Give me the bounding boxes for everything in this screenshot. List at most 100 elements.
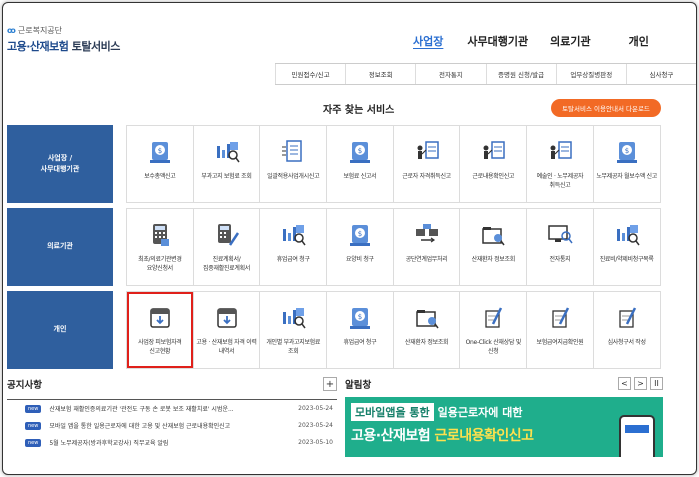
service-item[interactable]: $ 노무제공자 월보수액 신고	[592, 125, 661, 203]
nav-medical[interactable]: 의료기관	[550, 33, 590, 49]
service-row: 의료기관 최초/의료기관변경 요양신청서 진료계획서/집중재활진료계획서 휴업급여 청…	[7, 208, 665, 286]
service-item[interactable]: $ 보험료 신고서	[326, 125, 394, 203]
subnav-info[interactable]: 정보조회	[345, 64, 415, 84]
logo-mark-icon: ꝏ	[7, 26, 16, 35]
notice-row[interactable]: new 모바일 앱을 통한 일용근로자에 대한 고용 및 산재보험 근로내용확인신…	[7, 417, 337, 434]
phone-icon	[619, 415, 655, 457]
subnav-certificate[interactable]: 증명원 신청/발급	[485, 64, 556, 84]
service-item-label: 진료계획서/집중재활진료계획서	[203, 256, 251, 272]
service-item-label: 최초/의료기관변경 요양신청서	[138, 256, 182, 272]
nav-workplace[interactable]: 사업장	[413, 33, 443, 49]
service-grid: 사업장 / 사무대행기관 $ 보수총액신고 부과고지 보험료 조회 일괄적용사업개시신고…	[7, 125, 665, 374]
people-document-icon	[546, 138, 574, 166]
service-item-label: 요양비 청구	[346, 256, 374, 263]
service-item[interactable]: 최초/의료기관변경 요양신청서	[126, 208, 194, 286]
service-item[interactable]: 개인별 부과고지보험료 조회	[259, 291, 328, 369]
service-item[interactable]: 휴업급여 청구	[259, 208, 328, 286]
site-logo[interactable]: ꝏ 근로복지공단 고용·산재보험 토탈서비스	[7, 25, 120, 54]
subnav-complaint[interactable]: 민원접수/신고	[275, 64, 345, 84]
guide-download-button[interactable]: 토탈서비스 이용안내서 다운로드	[551, 99, 661, 117]
new-badge: new	[25, 438, 42, 447]
svg-text:$: $	[358, 147, 362, 155]
subnav-disease[interactable]: 업무상질병판정	[555, 64, 626, 84]
service-row: 사업장 / 사무대행기관 $ 보수총액신고 부과고지 보험료 조회 일괄적용사업개시신고…	[7, 125, 665, 203]
subnav-notify[interactable]: 전자통지	[415, 64, 485, 84]
service-item-label: 휴업급여 청구	[276, 256, 310, 263]
service-item-label: 노무제공자 월보수액 신고	[596, 173, 657, 180]
banner-box-text: 모바일앱을 통한	[351, 403, 434, 421]
folder-download-icon	[213, 304, 241, 332]
service-item-label: 보험료 신고서	[343, 173, 377, 180]
notice-list: new 산재보험 재활인증의료기관 '관전도 구동 손 로봇 보조 재활치료' 시…	[7, 400, 337, 451]
logo-org: 근로복지공단	[17, 26, 63, 35]
coin-document-icon: $	[346, 138, 374, 166]
new-badge: new	[25, 421, 42, 430]
service-item[interactable]: $ 휴업급여 청구	[326, 291, 394, 369]
pen-document-icon	[613, 304, 641, 332]
chart-search-icon	[613, 221, 641, 249]
computer-link-icon	[413, 221, 441, 249]
service-item-label: 근로자 자격취득신고	[402, 173, 451, 180]
service-item-label: 개인별 부과고지보험료 조회	[266, 339, 321, 355]
notice-date: 2023-05-10	[298, 439, 333, 446]
service-item-label: 고용 · 산재보험 자격 이력 내역서	[196, 339, 257, 355]
service-item[interactable]: 진료비/약제비청구목록	[592, 208, 661, 286]
banner-line2b: 근로내용확인신고	[434, 428, 534, 444]
service-item[interactable]: 심사청구서 작성	[592, 291, 661, 369]
alert-banner[interactable]: 모바일앱을 통한 일용근로자에 대한 고용·산재보험 근로내용확인신고	[345, 397, 663, 457]
subnav-appeal[interactable]: 심사청구	[625, 64, 696, 84]
service-item[interactable]: 고용 · 산재보험 자격 이력 내역서	[192, 291, 261, 369]
service-item[interactable]: 부과고지 보험료 조회	[192, 125, 261, 203]
notice-more-button[interactable]: +	[323, 377, 337, 391]
pause-button[interactable]: II	[650, 377, 663, 390]
prev-button[interactable]: <	[618, 377, 631, 390]
service-item[interactable]: 사업장 피보험자격 신고현황	[126, 291, 194, 369]
service-item[interactable]: $ 보수총액신고	[126, 125, 194, 203]
svg-text:$: $	[624, 147, 628, 155]
service-item[interactable]: One-Click 산재상담 및 신청	[459, 291, 528, 369]
service-item[interactable]: 보험급여지급확인원	[526, 291, 594, 369]
notice-title: 공지사항	[7, 380, 42, 391]
notice-row[interactable]: new 산재보험 재활인증의료기관 '관전도 구동 손 로봇 보조 재활치료' 시…	[7, 400, 337, 417]
chart-search-icon	[213, 138, 241, 166]
service-item-label: 심사청구서 작성	[607, 339, 646, 346]
service-cells: 최초/의료기관변경 요양신청서 진료계획서/집중재활진료계획서 휴업급여 청구 $ 요양…	[126, 208, 665, 286]
service-item[interactable]: $ 요양비 청구	[326, 208, 394, 286]
next-button[interactable]: >	[634, 377, 647, 390]
notice-row[interactable]: new 5월 노무제공자(방과후학교강사) 직무교육 알림 2023-05-10	[7, 434, 337, 451]
svg-text:$: $	[358, 313, 362, 321]
folder-search-icon	[413, 304, 441, 332]
logo-service: 토탈서비스	[71, 40, 121, 53]
service-item-label: 공단연계업무처리	[405, 256, 448, 263]
notice-date: 2023-05-24	[298, 422, 333, 429]
folder-download-icon	[146, 304, 174, 332]
service-row: 개인 사업장 피보험자격 신고현황 고용 · 산재보험 자격 이력 내역서 개인별 부…	[7, 291, 665, 369]
service-item[interactable]: 공단연계업무처리	[392, 208, 461, 286]
notice-text: 산재보험 재활인증의료기관 '관전도 구동 손 로봇 보조 재활치료' 시범운.…	[49, 406, 234, 413]
service-item[interactable]: 산재환자 정보조회	[392, 291, 461, 369]
monitor-search-icon	[546, 221, 574, 249]
service-item[interactable]: 전자통지	[526, 208, 594, 286]
document-list-icon	[279, 138, 307, 166]
coin-document-icon: $	[346, 304, 374, 332]
notice-date: 2023-05-24	[298, 405, 333, 412]
banner-line2a: 고용·산재보험	[351, 428, 431, 444]
service-item[interactable]: 근로자 자격취득신고	[392, 125, 461, 203]
service-item[interactable]: 근로내용확인신고	[459, 125, 528, 203]
service-item[interactable]: 산재환자 정보조회	[459, 208, 528, 286]
coin-document-icon: $	[346, 221, 374, 249]
service-item[interactable]: 일괄적용사업개시신고	[259, 125, 328, 203]
nav-personal[interactable]: 개인	[629, 33, 649, 49]
nav-agency[interactable]: 사무대행기관	[467, 33, 528, 49]
service-item-label: 전자통지	[549, 256, 571, 263]
row-label: 사업장 / 사무대행기관	[7, 125, 113, 203]
calculator-icon	[146, 221, 174, 249]
coin-document-icon: $	[146, 138, 174, 166]
service-item[interactable]: 진료계획서/집중재활진료계획서	[192, 208, 261, 286]
service-cells: $ 보수총액신고 부과고지 보험료 조회 일괄적용사업개시신고 $ 보험료 신고서 근로자 …	[126, 125, 665, 203]
notice-text: 5월 노무제공자(방과후학교강사) 직무교육 알림	[49, 440, 169, 447]
chart-search-icon	[279, 221, 307, 249]
svg-text:$: $	[158, 147, 162, 155]
logo-main: 고용·산재보험	[7, 40, 69, 53]
service-item[interactable]: 예술인 · 노무제공자 취득신고	[526, 125, 594, 203]
